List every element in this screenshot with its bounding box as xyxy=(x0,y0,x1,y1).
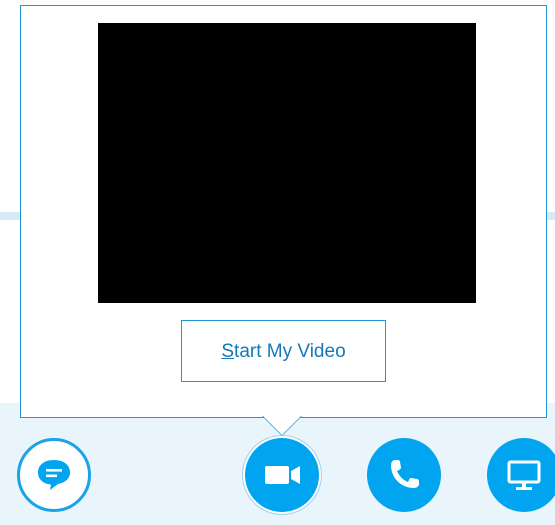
chat-button[interactable] xyxy=(17,438,91,512)
flyout-pointer-fill xyxy=(263,416,301,435)
video-preview-flyout: Start My Video xyxy=(20,5,547,418)
start-video-accelerator: S xyxy=(221,341,235,362)
phone-icon xyxy=(391,460,419,488)
call-button[interactable] xyxy=(367,438,441,512)
video-camera-icon xyxy=(265,466,300,484)
present-screen-button[interactable] xyxy=(487,438,555,512)
monitor-icon xyxy=(507,460,541,490)
video-preview-area xyxy=(98,23,476,303)
start-video-label: tart My Video xyxy=(234,341,346,362)
chat-bubble-icon xyxy=(38,460,70,490)
start-my-video-button[interactable]: Start My Video xyxy=(181,320,386,382)
video-button[interactable] xyxy=(245,438,319,512)
conversation-window: Start My Video xyxy=(0,0,555,525)
